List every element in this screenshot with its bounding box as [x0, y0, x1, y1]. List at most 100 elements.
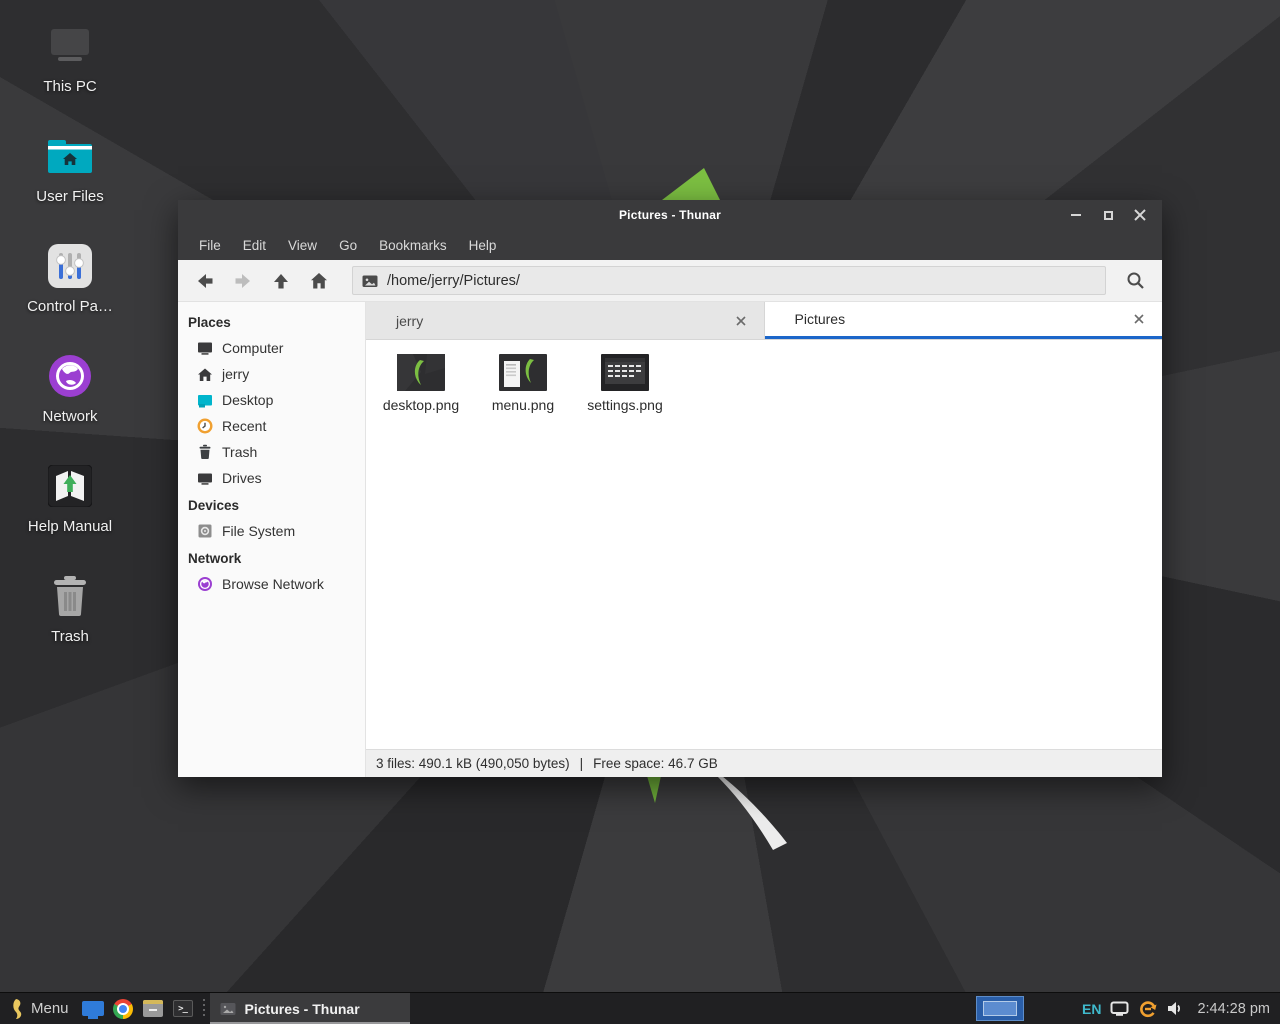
software-update-icon[interactable]	[1138, 999, 1158, 1019]
sidebar-heading-network: Network	[178, 544, 365, 571]
sidebar-item-desktop[interactable]: Desktop	[178, 387, 365, 413]
workspace-pager[interactable]	[976, 996, 1024, 1021]
maximize-button[interactable]	[1092, 200, 1124, 230]
file-menu-png[interactable]: menu.png	[474, 352, 572, 413]
sidebar-item-drives[interactable]: Drives	[178, 465, 365, 491]
clock-icon	[197, 418, 213, 434]
desktop-icon-user-files[interactable]: User Files	[8, 132, 132, 232]
window-titlebar[interactable]: Pictures - Thunar	[178, 200, 1162, 230]
terminal-icon: >_	[173, 1000, 193, 1017]
menubar: File Edit View Go Bookmarks Help	[178, 230, 1162, 260]
image-thumbnail	[499, 352, 547, 392]
control-panel-icon	[48, 242, 92, 290]
globe-icon	[197, 576, 213, 592]
back-button[interactable]	[186, 264, 224, 298]
trash-icon	[48, 572, 92, 620]
display-tray-icon[interactable]	[1110, 1001, 1129, 1016]
desktop-icon-network[interactable]: Network	[8, 352, 132, 452]
tab-close-button[interactable]	[730, 310, 752, 332]
browser-launcher[interactable]	[108, 993, 138, 1024]
close-icon	[735, 315, 747, 327]
file-list-view[interactable]: desktop.png	[366, 340, 1162, 749]
forward-arrow-icon	[233, 271, 253, 291]
taskbar-grip-handle[interactable]	[202, 999, 206, 1019]
desktop-icon-label: Control Pa…	[27, 298, 113, 315]
thunar-task-icon	[220, 1002, 236, 1016]
desktop-icon-control-panel[interactable]: Control Pa…	[8, 242, 132, 342]
hard-disk-icon	[197, 523, 213, 539]
menu-logo-icon	[8, 998, 24, 1020]
sidebar-heading-places: Places	[178, 308, 365, 335]
desktop-icon-this-pc[interactable]: This PC	[8, 22, 132, 122]
desktop-icon-label: Network	[42, 408, 97, 425]
tab-jerry[interactable]: jerry	[366, 302, 765, 339]
status-separator: |	[580, 756, 584, 771]
sidebar-item-jerry[interactable]: jerry	[178, 361, 365, 387]
minimize-button[interactable]	[1060, 200, 1092, 230]
task-button-label: Pictures - Thunar	[245, 1001, 360, 1017]
sidebar-item-computer[interactable]: Computer	[178, 335, 365, 361]
desktop-icon-label: Help Manual	[28, 518, 112, 535]
sidebar-item-recent[interactable]: Recent	[178, 413, 365, 439]
sidebar-item-label: Desktop	[222, 392, 273, 408]
close-icon	[1133, 313, 1145, 325]
sidebar-heading-devices: Devices	[178, 491, 365, 518]
menu-edit[interactable]: Edit	[232, 233, 277, 258]
close-icon	[1134, 209, 1146, 221]
file-cabinet-icon	[143, 1000, 163, 1017]
drive-icon	[197, 471, 213, 486]
search-button[interactable]	[1116, 264, 1154, 298]
show-desktop-icon	[82, 1001, 104, 1016]
desktop-screen: This PC User Files	[0, 0, 1280, 1024]
task-button-thunar[interactable]: Pictures - Thunar	[210, 993, 410, 1024]
home-icon	[309, 271, 329, 291]
tab-bar: jerry Pictures	[366, 302, 1162, 340]
thunar-window: Pictures - Thunar File Edit View Go Book…	[178, 200, 1162, 777]
up-button[interactable]	[262, 264, 300, 298]
file-settings-png[interactable]: settings.png	[576, 352, 674, 413]
tab-close-button[interactable]	[1128, 308, 1150, 330]
desktop-icon-help-manual[interactable]: Help Manual	[8, 462, 132, 562]
home-folder-icon	[46, 132, 94, 180]
taskbar-clock[interactable]: 2:44:28 pm	[1197, 1001, 1270, 1017]
sidebar-item-browse-network[interactable]: Browse Network	[178, 571, 365, 597]
sidebar-item-label: jerry	[222, 366, 249, 382]
menu-file[interactable]: File	[188, 233, 232, 258]
sidebar-item-label: Recent	[222, 418, 266, 434]
path-field[interactable]: /home/jerry/Pictures/	[352, 266, 1106, 295]
home-button[interactable]	[300, 264, 338, 298]
toolbar: /home/jerry/Pictures/	[178, 260, 1162, 302]
desktop-icon-trash[interactable]: Trash	[8, 572, 132, 672]
file-name: menu.png	[492, 397, 554, 413]
active-workspace	[983, 1001, 1017, 1016]
tab-pictures[interactable]: Pictures	[765, 302, 1163, 339]
menu-help[interactable]: Help	[458, 233, 508, 258]
keyboard-layout-indicator[interactable]: EN	[1082, 1001, 1101, 1017]
desktop-display-icon	[197, 393, 213, 408]
sidebar-item-trash[interactable]: Trash	[178, 439, 365, 465]
computer-icon	[197, 341, 213, 356]
back-arrow-icon	[195, 271, 215, 291]
path-text: /home/jerry/Pictures/	[387, 273, 520, 289]
desktop-icon-label: Trash	[51, 628, 89, 645]
window-title: Pictures - Thunar	[178, 208, 1162, 222]
menu-label: Menu	[31, 1000, 69, 1017]
volume-icon[interactable]	[1167, 1001, 1184, 1016]
terminal-launcher[interactable]: >_	[168, 993, 198, 1024]
system-tray: EN 2:44:28 pm	[1082, 999, 1280, 1019]
file-name: desktop.png	[383, 397, 459, 413]
sidebar-item-label: File System	[222, 523, 295, 539]
forward-button[interactable]	[224, 264, 262, 298]
menu-view[interactable]: View	[277, 233, 328, 258]
show-desktop-button[interactable]	[78, 993, 108, 1024]
sidebar-item-label: Browse Network	[222, 576, 324, 592]
close-button[interactable]	[1124, 200, 1156, 230]
menu-go[interactable]: Go	[328, 233, 368, 258]
start-menu-button[interactable]: Menu	[0, 993, 78, 1024]
status-bar: 3 files: 490.1 kB (490,050 bytes) | Free…	[366, 749, 1162, 777]
file-manager-launcher[interactable]	[138, 993, 168, 1024]
file-desktop-png[interactable]: desktop.png	[372, 352, 470, 413]
sidebar-item-file-system[interactable]: File System	[178, 518, 365, 544]
network-globe-icon	[48, 352, 92, 400]
menu-bookmarks[interactable]: Bookmarks	[368, 233, 458, 258]
